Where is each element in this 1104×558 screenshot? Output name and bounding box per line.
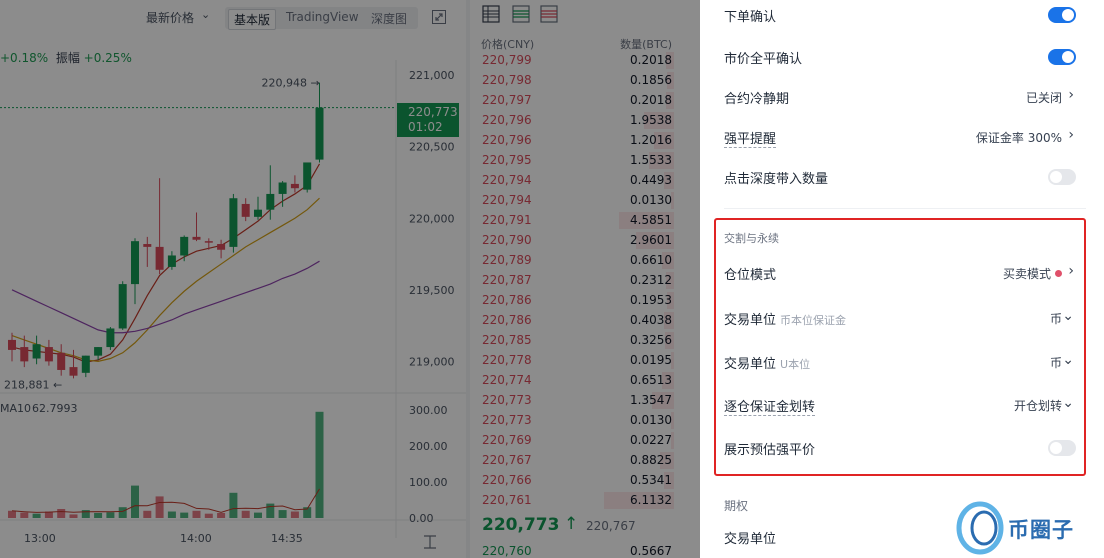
depth-qty-label: 点击深度带入数量	[724, 172, 829, 187]
chevron-right-icon: ›	[1068, 127, 1074, 143]
order-confirm-row: 下单确认	[724, 3, 1076, 25]
cooldown-value: 已关闭	[1025, 91, 1062, 105]
highlight-frame	[714, 218, 1086, 476]
market-close-confirm-row: 市价全平确认	[724, 45, 1076, 67]
cooldown-row[interactable]: 合约冷静期 已关闭 ›	[724, 85, 1076, 107]
liq-alert-label: 强平提醒	[724, 128, 777, 148]
order-confirm-label: 下单确认	[724, 10, 777, 25]
cooldown-label: 合约冷静期	[724, 92, 790, 107]
order-confirm-toggle[interactable]	[1048, 7, 1076, 23]
modal-backdrop[interactable]	[0, 0, 700, 558]
depth-qty-toggle[interactable]	[1048, 169, 1076, 185]
liq-alert-row[interactable]: 强平提醒 保证金率 300% ›	[724, 125, 1076, 148]
chevron-right-icon: ›	[1068, 87, 1074, 103]
liq-alert-value: 保证金率 300%	[975, 131, 1062, 145]
divider	[724, 208, 1086, 209]
market-close-confirm-toggle[interactable]	[1048, 49, 1076, 65]
options-unit-label: 交易单位	[724, 532, 777, 547]
section-title-options: 期权	[724, 499, 749, 513]
market-close-confirm-label: 市价全平确认	[724, 52, 803, 67]
depth-qty-row: 点击深度带入数量	[724, 165, 1076, 187]
watermark-text: 币圈子	[1008, 518, 1074, 542]
